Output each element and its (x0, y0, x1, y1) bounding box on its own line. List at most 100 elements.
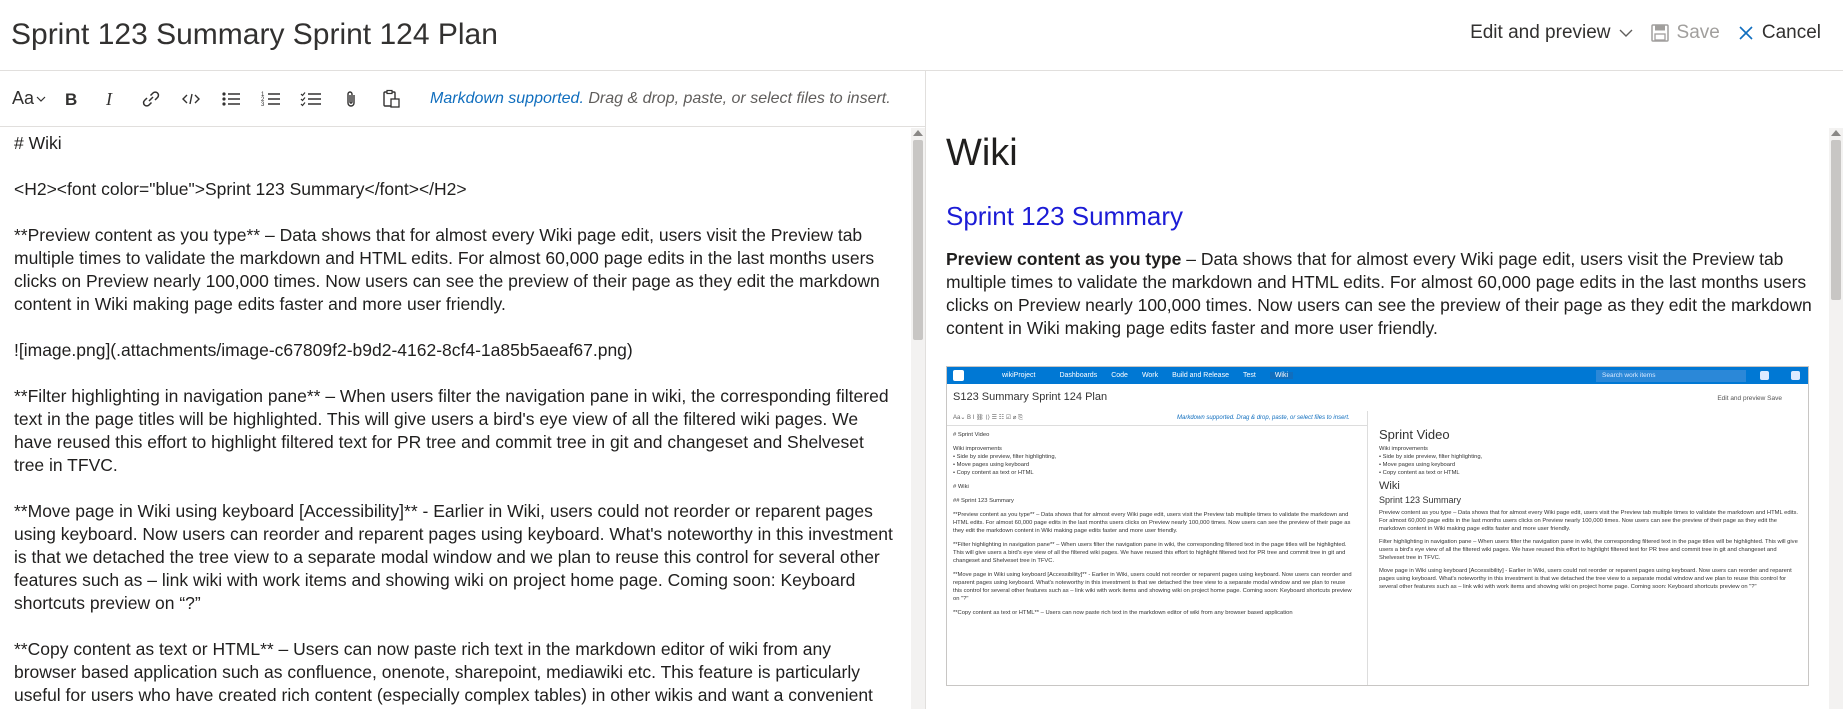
preview-scroll-thumb[interactable] (1831, 140, 1841, 300)
shot-preview-para: Preview content as you type – Data shows… (1379, 510, 1798, 532)
preview-paragraph-bold: Preview content as you type (946, 249, 1182, 269)
shot-editor-line: ## Sprint 123 Summary (953, 498, 1014, 504)
italic-icon: I (105, 90, 113, 108)
shot-preview-line: • Copy content as text or HTML (1379, 470, 1460, 476)
shot-tab: Work (1141, 372, 1159, 379)
paste-button[interactable] (376, 83, 406, 115)
svg-text:I: I (105, 90, 113, 108)
shot-nav-bar: wikiProject Dashboards Code Work Build a… (947, 367, 1808, 384)
shot-editor-line: Wiki improvements (953, 446, 1002, 452)
header-size-dropdown[interactable]: Aa (12, 83, 46, 115)
bold-icon: B (65, 90, 77, 108)
shot-editor-line: **Move page in Wiki using keyboard [Acce… (953, 572, 1352, 602)
shot-actions: Edit and preview Save (1717, 395, 1782, 402)
shot-editor-line: • Move pages using keyboard (953, 462, 1030, 468)
preview-pane: Wiki Sprint 123 Summary Preview content … (926, 72, 1829, 709)
editor-line: **Copy content as text or HTML** – Users… (14, 639, 873, 709)
bulleted-list-button[interactable] (216, 83, 246, 115)
svg-text:3: 3 (261, 102, 265, 108)
toolbar-hint-text: Drag & drop, paste, or select files to i… (583, 89, 891, 107)
editor-line: ![image.png](.attachments/image-c67809f2… (14, 340, 633, 360)
code-icon (182, 93, 201, 104)
shot-tab: Test (1242, 372, 1256, 379)
cancel-button[interactable]: Cancel (1738, 22, 1821, 44)
shot-preview-line: • Side by side preview, filter highlight… (1379, 454, 1483, 460)
shot-tab: Code (1111, 372, 1128, 379)
chevron-down-icon (1619, 29, 1633, 37)
link-button[interactable] (136, 83, 166, 115)
editor-line: <H2><font color="blue">Sprint 123 Summar… (14, 179, 467, 199)
preview-subheading: Sprint 123 Summary (946, 201, 1183, 231)
shot-editor-line: • Copy content as text or HTML (953, 470, 1034, 476)
shot-preview-subheading: Sprint 123 Summary (1379, 495, 1462, 505)
scroll-up-icon[interactable] (1831, 130, 1841, 136)
shot-editor-line: **Copy content as text or HTML** – Users… (953, 610, 1293, 616)
shot-toolbar-hint: Markdown supported. Drag & drop, paste, … (1177, 415, 1350, 421)
embedded-screenshot: wikiProject Dashboards Code Work Build a… (946, 366, 1809, 686)
shot-editor-line: # Wiki (953, 484, 969, 490)
shot-divider (1367, 411, 1368, 685)
editor-line: **Preview content as you type** – Data s… (14, 225, 885, 314)
shot-project: wikiProject (1002, 372, 1036, 379)
code-button[interactable] (176, 83, 206, 115)
shot-toolbar-icons: Aa⌄ B I ⛓ ⟨⟩ ☰ ☷ ☑ ⌀ ⎘ (953, 415, 1023, 421)
editor-line: **Filter highlighting in navigation pane… (14, 386, 894, 475)
checklist-button[interactable] (296, 83, 326, 115)
shot-tab: Dashboards (1059, 372, 1098, 379)
markdown-editor[interactable]: # Wiki <H2><font color="blue">Sprint 123… (0, 128, 910, 709)
shot-preview-heading: Sprint Video (1379, 427, 1450, 442)
page-header: Sprint 123 Summary Sprint 124 Plan Edit … (0, 0, 1843, 71)
attach-button[interactable] (336, 83, 366, 115)
toolbar-hint: Markdown supported. Drag & drop, paste, … (430, 90, 891, 108)
shot-tab-active: Wiki (1269, 372, 1294, 379)
cancel-label: Cancel (1761, 22, 1821, 43)
save-button[interactable]: Save (1650, 22, 1720, 44)
shot-preview-line: Wiki improvements (1379, 446, 1428, 452)
shot-editor-line: **Filter highlighting in navigation pane… (953, 542, 1347, 564)
numbered-list-icon: 123 (261, 92, 281, 108)
editor-scroll-thumb[interactable] (913, 140, 923, 340)
save-icon (1650, 24, 1669, 42)
shot-toolbar: Aa⌄ B I ⛓ ⟨⟩ ☰ ☷ ☑ ⌀ ⎘ Markdown supporte… (947, 411, 1367, 426)
close-icon (1739, 26, 1753, 40)
shot-preview-line: • Move pages using keyboard (1379, 462, 1456, 468)
shot-editor-line: • Side by side preview, filter highlight… (953, 454, 1057, 460)
font-size-label: Aa (12, 88, 35, 108)
numbered-list-button[interactable]: 123 (256, 83, 286, 115)
shot-tab: Build and Release (1172, 372, 1229, 379)
edit-mode-label: Edit and preview (1470, 22, 1611, 43)
shot-preview: Sprint Video Wiki improvements • Side by… (1379, 427, 1799, 596)
attachment-icon (347, 90, 355, 107)
shot-search: Search work items (1596, 369, 1746, 382)
preview-paragraph: Preview content as you type – Data shows… (946, 248, 1816, 340)
page-title: Sprint 123 Summary Sprint 124 Plan (11, 18, 498, 51)
italic-button[interactable]: I (96, 83, 126, 115)
bold-button[interactable]: B (56, 83, 86, 115)
shot-editor-line: # Sprint Video (953, 432, 990, 438)
edit-mode-dropdown[interactable]: Edit and preview (1470, 22, 1633, 44)
checklist-icon (300, 91, 322, 106)
editor-line: # Wiki (14, 133, 62, 153)
editor-scrollbar[interactable] (911, 128, 925, 709)
shot-avatar-icon (1791, 371, 1800, 380)
shot-title: S123 Summary Sprint 124 Plan (953, 391, 1108, 403)
shot-editor-line: **Preview content as you type** – Data s… (953, 512, 1351, 534)
link-icon (142, 90, 160, 107)
shot-bell-icon (1760, 371, 1769, 380)
shot-preview-heading-wiki: Wiki (1379, 480, 1400, 492)
vsts-logo-icon (953, 370, 964, 381)
shot-preview-para: Move page in Wiki using keyboard [Access… (1379, 568, 1792, 590)
preview-heading: Wiki (946, 132, 1018, 174)
preview-scrollbar[interactable] (1829, 128, 1843, 709)
markdown-supported-link[interactable]: Markdown supported. (430, 90, 584, 107)
save-label: Save (1676, 22, 1720, 43)
bulleted-list-icon (222, 91, 241, 106)
scroll-up-icon[interactable] (913, 130, 923, 136)
editor-toolbar: Aa B I 123 Markdown supported. Drag & dr… (0, 71, 925, 127)
editor-line: **Move page in Wiki using keyboard [Acce… (14, 501, 898, 613)
svg-text:B: B (65, 90, 77, 108)
shot-preview-para: Filter highlighting in navigation pane –… (1379, 539, 1798, 561)
chevron-down-icon (36, 96, 46, 102)
paste-icon (383, 89, 400, 108)
shot-editor: # Sprint Video Wiki improvements • Side … (953, 431, 1353, 623)
